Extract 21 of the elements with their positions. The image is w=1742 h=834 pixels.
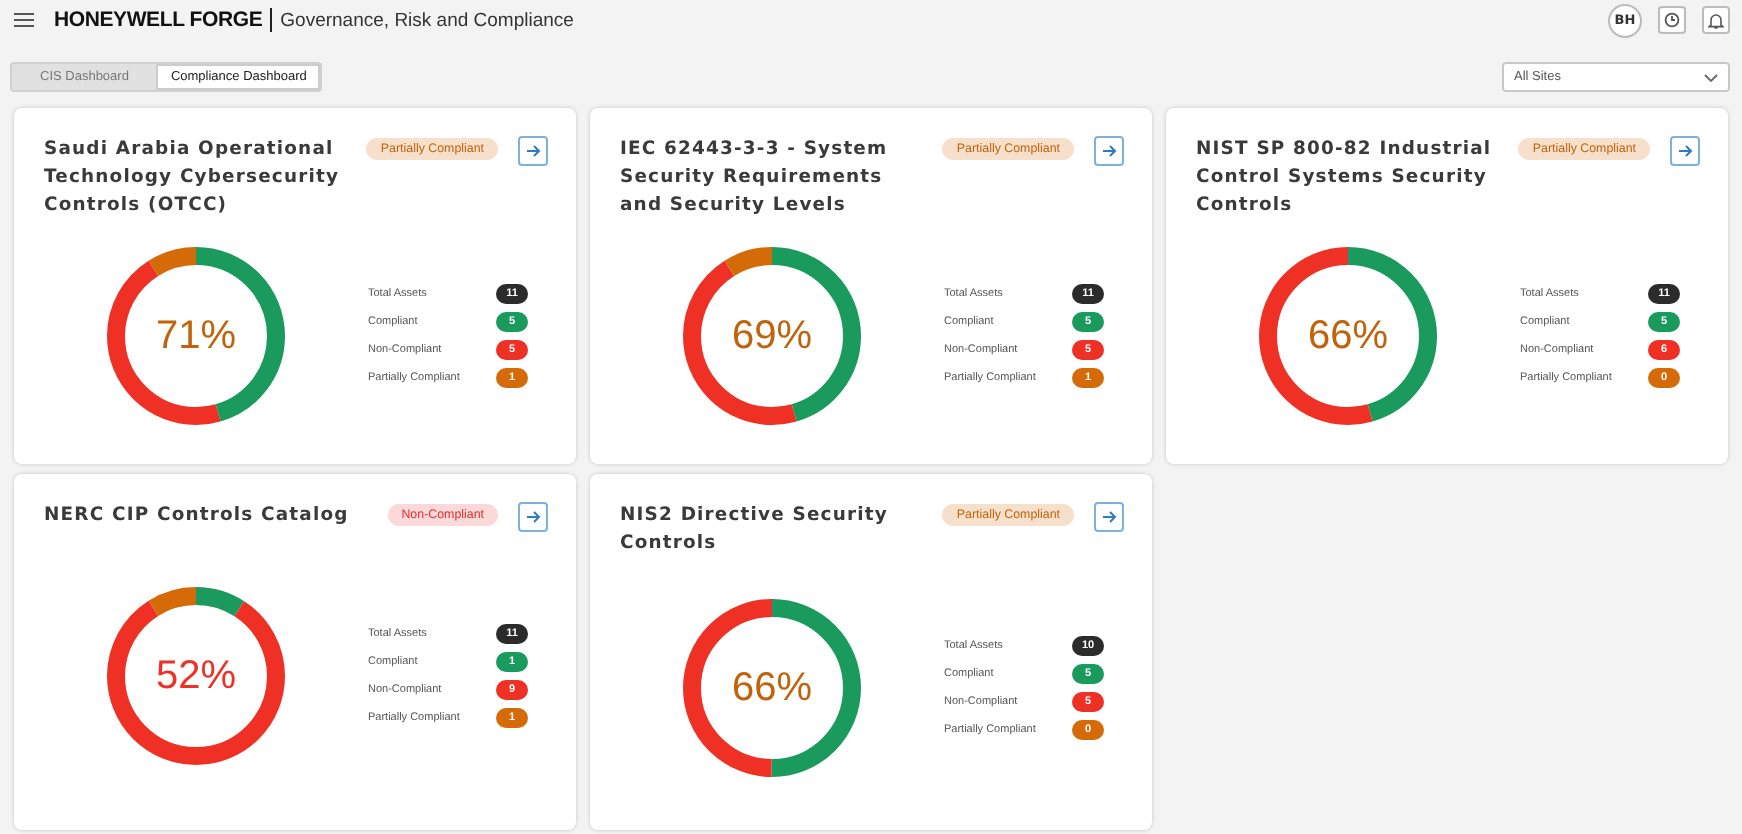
compliance-percent: 66% xyxy=(729,664,815,714)
compliance-percent: 66% xyxy=(1305,312,1391,362)
arrow-right-icon[interactable] xyxy=(1094,136,1124,166)
compliance-percent: 52% xyxy=(153,651,239,701)
brand-logo: HONEYWELL FORGE xyxy=(54,8,273,32)
arrow-right-icon[interactable] xyxy=(1094,502,1124,532)
card-title: NIS2 Directive Security Controls xyxy=(620,502,890,558)
clock-icon[interactable] xyxy=(1658,6,1686,34)
card-title: NIST SP 800-82 Industrial Control Systems Security Controls xyxy=(1196,136,1494,220)
compliance-percent: 69% xyxy=(729,312,815,362)
chevron-down-icon xyxy=(1704,73,1718,81)
app-title: Governance, Risk and Compliance xyxy=(280,9,574,31)
compliance-percent: 71% xyxy=(153,312,239,362)
card-title: NERC CIP Controls Catalog xyxy=(44,502,351,530)
menu-icon[interactable] xyxy=(14,12,34,28)
arrow-right-icon[interactable] xyxy=(1670,136,1700,166)
card-title: Saudi Arabia Operational Technology Cybersecurity Controls (OTCC) xyxy=(44,136,342,220)
arrow-right-icon[interactable] xyxy=(518,136,548,166)
card-title: IEC 62443-3-3 - System Security Requirements and Security Levels xyxy=(620,136,890,220)
bell-icon[interactable] xyxy=(1702,6,1730,34)
arrow-right-icon[interactable] xyxy=(518,502,548,532)
